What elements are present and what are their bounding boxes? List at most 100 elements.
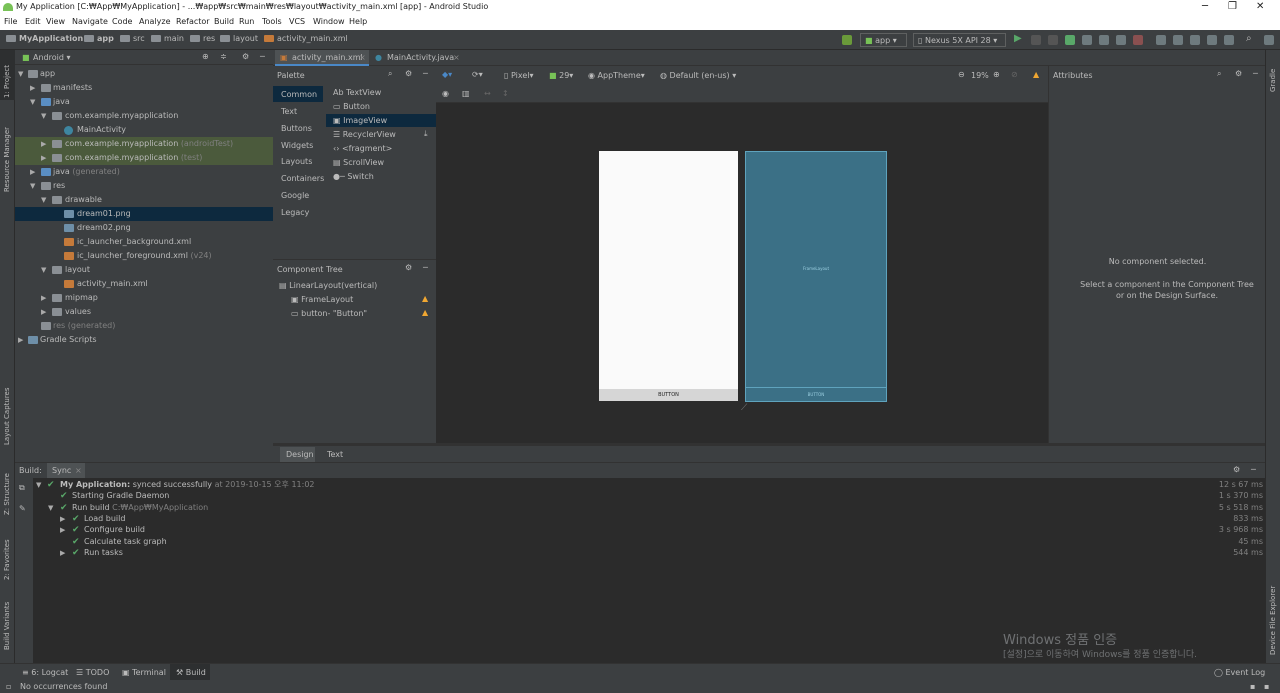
zoom-out-icon[interactable]: ⊖ <box>958 70 965 79</box>
horizontal-resize-icon[interactable]: ↔ <box>484 89 491 98</box>
tree-row-package[interactable]: ▼ com.example.myapplication <box>15 109 273 123</box>
zoom-in-icon[interactable]: ⊕ <box>993 70 1000 79</box>
tree-row-res[interactable]: ▼ res <box>15 179 273 193</box>
menu-run[interactable]: Run <box>239 17 254 26</box>
theme-select[interactable]: ◉ AppTheme▾ <box>588 71 645 80</box>
build-row-run-tasks[interactable]: ▶ ✔ Run tasks 544 ms <box>33 546 1265 560</box>
lock-icon[interactable] <box>1264 35 1274 45</box>
run-icon[interactable]: ▶ <box>1014 33 1024 44</box>
palette-item-textview[interactable]: Ab TextView <box>333 88 381 97</box>
menu-navigate[interactable]: Navigate <box>72 17 108 26</box>
palette-category-buttons[interactable]: Buttons <box>281 124 312 133</box>
tool-gradle[interactable]: Gradle <box>1269 69 1277 92</box>
avd-manager-icon[interactable] <box>1173 35 1183 45</box>
breadcrumb-res[interactable]: res <box>190 34 215 43</box>
resize-handle-icon[interactable]: ⟋ <box>741 403 747 413</box>
tool-event-log[interactable]: ◯ Event Log <box>1214 668 1265 677</box>
menu-refactor[interactable]: Refactor <box>176 17 210 26</box>
blueprint-preview[interactable]: FrameLayout BUTTON <box>745 151 887 402</box>
tool-build-variants[interactable]: Build Variants <box>3 602 11 650</box>
search-icon[interactable]: ⌕ <box>388 69 392 79</box>
device-select[interactable]: ▯ Nexus 5X API 28 ▾ <box>913 33 1006 47</box>
tool-build[interactable]: ⚒ Build <box>170 664 210 680</box>
tree-item-linearlayout[interactable]: ▤ LinearLayout(vertical) <box>279 281 377 290</box>
palette-item-recyclerview[interactable]: ☰ RecyclerView <box>333 130 396 139</box>
tree-row-mainactivity[interactable]: MainActivity <box>15 123 273 137</box>
hide-panel-icon[interactable]: ─ <box>1251 465 1256 474</box>
palette-category-text[interactable]: Text <box>281 107 297 116</box>
device-select[interactable]: ▯ Pixel▾ <box>504 71 533 80</box>
project-structure-icon[interactable] <box>1207 35 1217 45</box>
tree-row-test[interactable]: ▶ com.example.myapplication (test) <box>15 151 273 165</box>
hide-panel-icon[interactable]: ─ <box>1253 69 1258 78</box>
tab-mainactivity[interactable]: ● MainActivity.java × <box>373 50 463 66</box>
search-icon[interactable]: ⌕ <box>1217 69 1221 79</box>
tree-row-ic-launcher-background[interactable]: ic_launcher_background.xml <box>15 235 273 249</box>
tool-layout-captures[interactable]: Layout Captures <box>3 387 11 445</box>
settings-icon[interactable]: ⚙ <box>1233 465 1240 474</box>
tree-row-manifests[interactable]: ▶ manifests <box>15 81 273 95</box>
tree-row-java[interactable]: ▼ java <box>15 95 273 109</box>
close-tab-icon[interactable]: × <box>359 53 366 62</box>
menu-tools[interactable]: Tools <box>262 17 282 26</box>
menu-analyze[interactable]: Analyze <box>139 17 171 26</box>
palette-category-common[interactable]: Common <box>273 86 323 102</box>
breadcrumb-src[interactable]: src <box>120 34 145 43</box>
tab-text[interactable]: Text <box>321 447 349 462</box>
blueprint-button[interactable]: BUTTON <box>746 387 886 401</box>
tree-row-layout[interactable]: ▼ layout <box>15 263 273 277</box>
layout-inspector-icon[interactable] <box>1224 35 1234 45</box>
tree-item-button[interactable]: ▭ button- "Button" <box>291 309 367 318</box>
menu-file[interactable]: File <box>4 17 17 26</box>
tree-row-mipmap[interactable]: ▶ mipmap <box>15 291 273 305</box>
tool-terminal[interactable]: ▣ Terminal <box>122 668 166 677</box>
stop-icon[interactable] <box>1133 35 1143 45</box>
orientation-icon[interactable]: ⟳▾ <box>472 70 483 79</box>
tree-row-values[interactable]: ▶ values <box>15 305 273 319</box>
tool-todo[interactable]: ☰ TODO <box>76 668 109 677</box>
palette-category-containers[interactable]: Containers <box>281 174 324 183</box>
tree-row-ic-launcher-foreground[interactable]: ic_launcher_foreground.xml (v24) <box>15 249 273 263</box>
warning-icon[interactable]: ▲ <box>422 308 428 317</box>
menu-vcs[interactable]: VCS <box>289 17 305 26</box>
tree-row-gradle-scripts[interactable]: ▶ Gradle Scripts <box>15 333 273 347</box>
minimize-icon[interactable]: ─ <box>1202 1 1208 12</box>
palette-item-imageview[interactable]: ▣ ImageView <box>326 114 436 127</box>
menu-view[interactable]: View <box>46 17 65 26</box>
tree-row-dream01[interactable]: dream01.png <box>15 207 273 221</box>
sdk-manager-icon[interactable] <box>1190 35 1200 45</box>
warning-icon[interactable]: ▲ <box>422 294 428 303</box>
preview-button[interactable]: BUTTON <box>599 389 738 401</box>
download-icon[interactable]: ⤓ <box>424 129 428 139</box>
close-tab-icon[interactable]: × <box>75 466 82 475</box>
tab-activity-main[interactable]: ▣ activity_main.xml × <box>275 50 369 66</box>
zoom-fit-icon[interactable]: ⊘ <box>1011 70 1018 79</box>
apply-changes-icon[interactable] <box>1031 35 1041 45</box>
palette-item-switch[interactable]: ●─ Switch <box>333 172 374 181</box>
tab-sync[interactable]: Sync × <box>47 463 85 478</box>
settings-icon[interactable]: ⚙ <box>405 263 412 272</box>
tree-row-activity-main[interactable]: activity_main.xml <box>15 277 273 291</box>
settings-icon[interactable]: ⚙ <box>242 52 249 61</box>
tree-row-dream02[interactable]: dream02.png <box>15 221 273 235</box>
toggle-view-icon[interactable]: ⧉ <box>19 483 25 493</box>
attach-debugger-icon[interactable] <box>1099 35 1109 45</box>
hide-panel-icon[interactable]: ─ <box>423 263 428 272</box>
lock-icon[interactable]: ▪ <box>1250 682 1255 691</box>
debug-icon[interactable] <box>1065 35 1075 45</box>
tool-favorites[interactable]: 2: Favorites <box>3 539 11 580</box>
design-preview[interactable]: BUTTON <box>599 151 738 401</box>
collapse-all-icon[interactable]: ≑ <box>220 52 227 61</box>
close-icon[interactable]: ✕ <box>1256 1 1264 12</box>
tree-row-androidtest[interactable]: ▶ com.example.myapplication (androidTest) <box>15 137 273 151</box>
tab-design[interactable]: Design <box>280 447 315 462</box>
tool-resource-manager[interactable]: Resource Manager <box>3 127 11 192</box>
restore-icon[interactable]: ❐ <box>1228 1 1237 12</box>
palette-category-layouts[interactable]: Layouts <box>281 157 312 166</box>
tree-item-framelayout[interactable]: ▣ FrameLayout <box>291 295 353 304</box>
pin-icon[interactable]: ✎ <box>19 504 26 513</box>
hide-panel-icon[interactable]: ─ <box>423 69 428 78</box>
palette-category-legacy[interactable]: Legacy <box>281 208 309 217</box>
vertical-resize-icon[interactable]: ↕ <box>502 89 509 98</box>
tree-row-res-generated[interactable]: res (generated) <box>15 319 273 333</box>
